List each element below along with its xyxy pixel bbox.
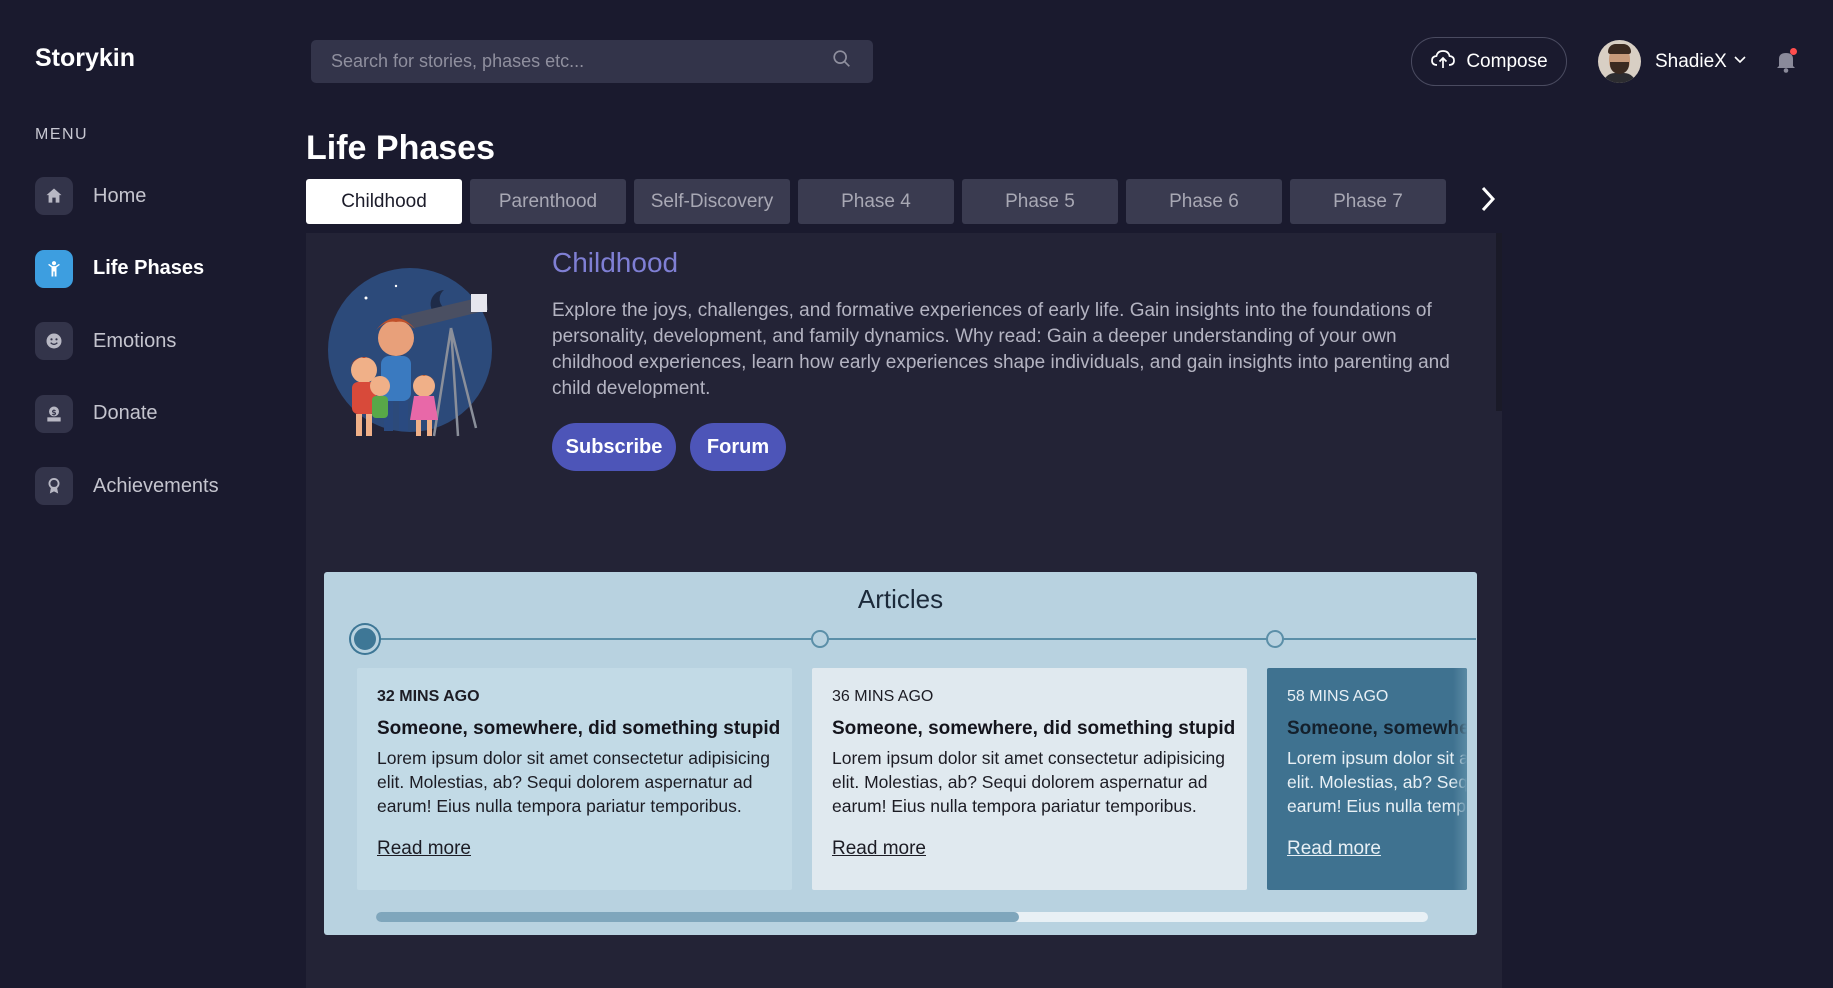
phase-description: Explore the joys, challenges, and format… [552,300,1450,399]
user-menu[interactable]: ShadieX [1598,40,1747,83]
search-bar [311,40,873,83]
donate-icon: $ [35,394,73,433]
notification-bell[interactable] [1774,48,1798,74]
read-more-link[interactable]: Read more [1287,838,1381,860]
sidebar-item-label: Home [93,184,147,207]
compose-label: Compose [1466,50,1548,72]
article-title: Someone, somewhere, did something stupid [377,718,781,739]
avatar [1598,40,1641,83]
tabs-next-button[interactable] [1470,179,1506,224]
sidebar-item-label: Emotions [93,329,177,352]
sidebar-item-life-phases[interactable]: Life Phases [35,249,219,289]
tab-parenthood[interactable]: Parenthood [470,179,626,224]
article-time: 58 MINS AGO [1287,688,1389,705]
phase-title: Childhood [552,247,679,278]
smiley-icon [35,322,73,360]
article-body: Lorem ipsum dolor sit amet consectetur a… [1287,748,1467,816]
articles-title: Articles [857,584,944,614]
timeline-dot-3[interactable] [1266,630,1284,648]
notification-dot [1790,48,1797,55]
article-card: 58 MINS AGO Someone, somewhere, did some… [1267,668,1467,890]
sidebar-nav: Home Life Phases Emotions $ Donate Achie… [35,176,219,539]
timeline-dot-2[interactable] [811,630,829,648]
page-title: Life Phases [306,129,495,167]
sidebar-item-label: Achievements [93,474,219,497]
username: ShadieX [1655,50,1727,72]
award-icon [35,467,73,505]
tab-self-discovery[interactable]: Self-Discovery [634,179,790,224]
article-body: Lorem ipsum dolor sit amet consectetur a… [377,748,770,816]
articles-section: Articles 32 MINS AGO Someone, somewhere,… [324,572,1477,935]
article-body: Lorem ipsum dolor sit amet consectetur a… [832,748,1225,816]
search-icon[interactable] [831,48,853,75]
cloud-upload-icon [1430,46,1456,78]
chevron-down-icon [1733,52,1747,71]
sidebar-item-donate[interactable]: $ Donate [35,394,219,434]
article-card: 32 MINS AGO Someone, somewhere, did some… [357,668,792,890]
article-title: Someone, somewhere, did something stupid [832,718,1236,739]
article-title: Someone, somewhere, did something stupid [1287,718,1467,739]
home-icon [35,177,73,215]
tab-phase-4[interactable]: Phase 4 [798,179,954,224]
subscribe-button[interactable]: Subscribe [552,423,676,471]
read-more-link[interactable]: Read more [832,838,926,860]
menu-title: MENU [35,126,89,143]
bell-icon [1774,53,1798,78]
articles-scroll-thumb[interactable] [376,912,1019,922]
childhood-illustration [326,268,506,448]
tab-phase-6[interactable]: Phase 6 [1126,179,1282,224]
sidebar-item-emotions[interactable]: Emotions [35,321,219,361]
sidebar-item-home[interactable]: Home [35,176,219,216]
person-icon [35,249,73,288]
tab-childhood[interactable]: Childhood [306,179,462,224]
panel-scrollbar[interactable] [1496,233,1502,411]
tab-phase-7[interactable]: Phase 7 [1290,179,1446,224]
compose-button[interactable]: Compose [1411,37,1567,86]
article-card: 36 MINS AGO Someone, somewhere, did some… [812,668,1247,890]
tab-phase-5[interactable]: Phase 5 [962,179,1118,224]
article-time: 32 MINS AGO [377,688,480,705]
phase-tabs: Childhood Parenthood Self-Discovery Phas… [306,179,1496,224]
search-input[interactable] [331,51,831,72]
sidebar-item-label: Life Phases [93,257,205,279]
chevron-right-icon [1478,185,1498,218]
article-time: 36 MINS AGO [832,688,934,705]
sidebar-item-label: Donate [93,402,158,424]
svg-text:$: $ [51,407,56,416]
forum-button[interactable]: Forum [690,423,786,471]
app-brand[interactable]: Storykin [35,44,135,73]
read-more-link[interactable]: Read more [377,838,471,860]
timeline-line [366,638,1476,640]
sidebar-item-achievements[interactable]: Achievements [35,466,219,506]
timeline-dot-1[interactable] [351,625,379,653]
